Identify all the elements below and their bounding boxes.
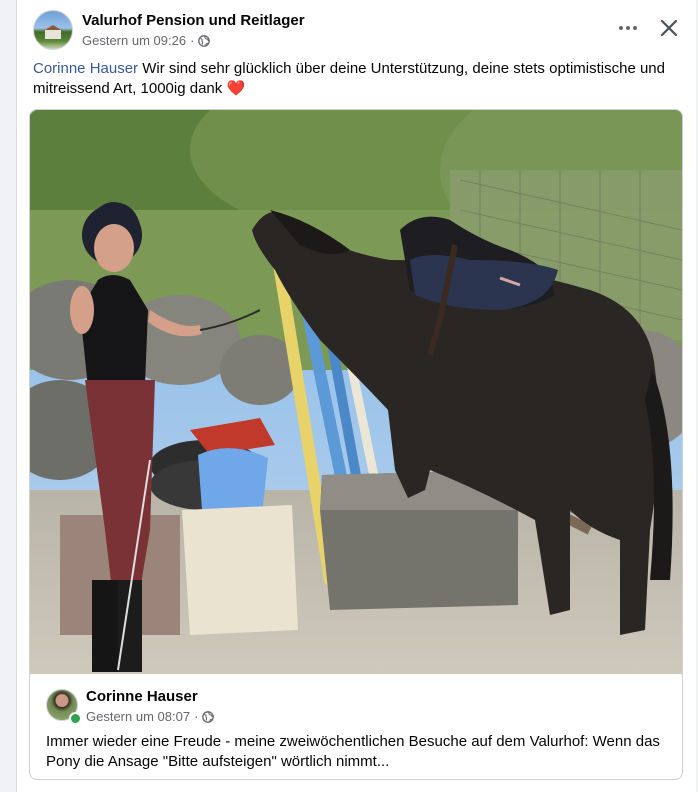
shared-post[interactable]: Corinne Hauser Gestern um 08:07 · Immer …: [29, 109, 683, 780]
shared-post-timestamp[interactable]: Gestern um 08:07: [86, 709, 190, 724]
more-dot-icon: [619, 26, 623, 30]
page-avatar[interactable]: [33, 10, 73, 50]
close-icon[interactable]: [655, 14, 683, 42]
globe-icon[interactable]: [198, 34, 211, 47]
shared-post-footer: Corinne Hauser Gestern um 08:07 · Immer …: [30, 674, 682, 779]
heart-emoji: ❤️: [226, 80, 246, 97]
online-status-dot: [69, 712, 82, 725]
meta-separator: ·: [190, 33, 195, 48]
post-message: Corinne Hauser Wir sind sehr glücklich ü…: [33, 59, 683, 99]
more-dot-icon: [626, 26, 630, 30]
avatar-barn: [45, 30, 61, 39]
globe-icon[interactable]: [202, 710, 215, 723]
shared-author-name[interactable]: Corinne Hauser: [86, 688, 198, 705]
post-meta: Gestern um 09:26 ·: [82, 33, 211, 48]
page-name-link[interactable]: Valurhof Pension und Reitlager: [82, 12, 305, 29]
shared-post-meta: Gestern um 08:07 ·: [86, 709, 215, 724]
more-options-button[interactable]: [613, 16, 643, 40]
post-photo[interactable]: [30, 110, 682, 674]
mention-link[interactable]: Corinne Hauser: [33, 60, 138, 77]
post-header: Valurhof Pension und Reitlager Gestern u…: [33, 10, 683, 52]
shared-post-message: Immer wieder eine Freude - meine zweiwöc…: [46, 733, 660, 770]
post-timestamp[interactable]: Gestern um 09:26: [82, 33, 186, 48]
meta-separator: ·: [194, 709, 199, 724]
more-dot-icon: [633, 26, 637, 30]
